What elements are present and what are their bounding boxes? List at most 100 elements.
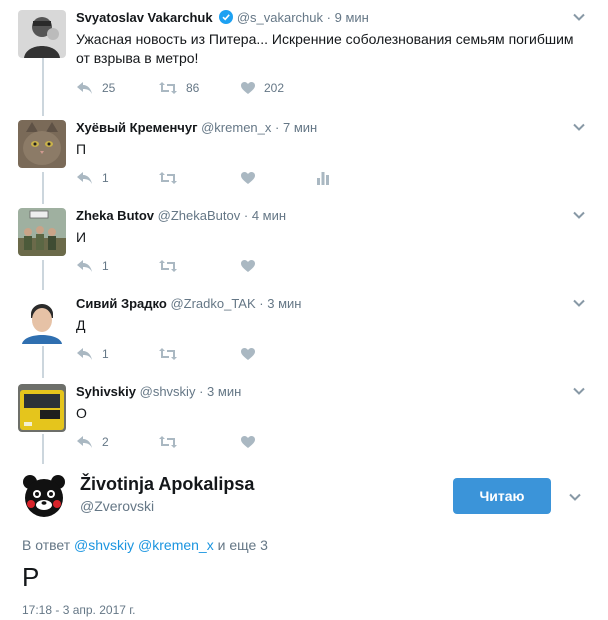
separator-dot: ·: [326, 10, 331, 25]
author-handle[interactable]: @ZhekaButov: [158, 208, 241, 223]
retweet-icon: [159, 259, 177, 272]
tweet-text: П: [76, 141, 87, 157]
main-author-handle[interactable]: @Zverovski: [80, 498, 154, 514]
verified-badge-icon: [219, 10, 234, 24]
mention-link[interactable]: @shvskiy: [74, 537, 134, 553]
tweet-header: Zheka Butov @ZhekaButov · 4 мин: [76, 208, 286, 223]
tweet-text: О: [76, 405, 87, 421]
like-button[interactable]: [240, 170, 256, 185]
separator-dot: ·: [199, 384, 204, 399]
tweet-header: Syhivskiy @shvskiy · 3 мин: [76, 384, 241, 399]
reply-icon: [77, 435, 92, 448]
reply-icon: [77, 171, 92, 184]
tram-photo-icon: [18, 384, 66, 432]
tweet-time[interactable]: 9 мин: [335, 10, 369, 25]
thread-tweet[interactable]: Сивий Зрадко @Zradko_TAK · 3 мин Д 1: [0, 296, 608, 368]
reply-icon: [77, 347, 92, 360]
retweet-button[interactable]: [158, 170, 178, 185]
tweet-time[interactable]: 7 мин: [283, 120, 317, 135]
chevron-down-icon[interactable]: [572, 10, 586, 24]
like-button[interactable]: 202: [240, 80, 284, 95]
retweet-icon: [159, 347, 177, 360]
thread-tweet[interactable]: Хуёвый Кременчуг @kremen_x · 7 мин П 1: [0, 120, 608, 192]
group-photo-icon: [18, 208, 66, 256]
tweet-header: Сивий Зрадко @Zradko_TAK · 3 мин: [76, 296, 301, 311]
reply-context: В ответ @shvskiy @kremen_x и еще 3: [22, 537, 268, 553]
main-tweet-text: Р: [22, 562, 40, 592]
reply-button[interactable]: 1: [76, 346, 109, 361]
kumamon-bear-icon: [20, 470, 68, 518]
retweet-icon: [159, 435, 177, 448]
tweet-time[interactable]: 4 мин: [252, 208, 286, 223]
reply-suffix[interactable]: и еще 3: [218, 537, 268, 553]
chevron-down-icon[interactable]: [572, 120, 586, 134]
avatar[interactable]: [18, 296, 66, 344]
avatar[interactable]: [18, 384, 66, 432]
author-handle[interactable]: @s_vakarchuk: [237, 10, 323, 25]
main-author-name[interactable]: Životinja Apokalipsa: [80, 474, 254, 495]
analytics-icon: [317, 171, 329, 185]
author-handle[interactable]: @Zradko_TAK: [170, 296, 255, 311]
heart-icon: [241, 81, 255, 94]
mention-link[interactable]: @kremen_x: [138, 537, 214, 553]
retweet-button[interactable]: [158, 346, 178, 361]
main-tweet-timestamp[interactable]: 17:18 - 3 апр. 2017 г.: [22, 603, 136, 617]
heart-icon: [241, 259, 255, 272]
like-button[interactable]: [240, 258, 256, 273]
retweet-button[interactable]: 86: [158, 80, 199, 95]
separator-dot: ·: [259, 296, 264, 311]
retweet-count: 86: [186, 80, 200, 95]
tweet-header: Svyatoslav Vakarchuk @s_vakarchuk · 9 ми…: [76, 10, 369, 25]
analytics-button[interactable]: [316, 170, 330, 185]
author-handle[interactable]: @shvskiy: [140, 384, 196, 399]
author-name[interactable]: Syhivskiy: [76, 384, 136, 399]
reply-count: 1: [102, 258, 109, 273]
reply-button[interactable]: 1: [76, 258, 109, 273]
author-name[interactable]: Хуёвый Кременчуг: [76, 120, 197, 135]
thread-tweet[interactable]: Syhivskiy @shvskiy · 3 мин О 2: [0, 384, 608, 456]
boy-portrait-icon: [18, 296, 66, 344]
chevron-down-icon[interactable]: [572, 384, 586, 398]
reply-count: 1: [102, 346, 109, 361]
reply-count: 2: [102, 434, 109, 449]
main-avatar[interactable]: [20, 470, 68, 518]
avatar[interactable]: [18, 120, 66, 168]
retweet-icon: [159, 81, 177, 94]
tweet-text: И: [76, 229, 87, 245]
like-button[interactable]: [240, 434, 256, 449]
avatar[interactable]: [18, 10, 66, 58]
chevron-down-icon[interactable]: [572, 208, 586, 222]
retweet-button[interactable]: [158, 258, 178, 273]
separator-dot: ·: [243, 208, 249, 223]
chevron-down-icon[interactable]: [568, 490, 582, 504]
author-name[interactable]: Svyatoslav Vakarchuk: [76, 10, 213, 25]
following-button[interactable]: Читаю: [453, 478, 551, 514]
tweet-text: Ужасная новость из Питера... Искренние с…: [76, 31, 574, 66]
thread-tweet[interactable]: Svyatoslav Vakarchuk @s_vakarchuk · 9 ми…: [0, 10, 608, 110]
like-count: 202: [264, 80, 285, 95]
reply-count: 1: [102, 170, 109, 185]
tweet-time[interactable]: 3 мин: [207, 384, 241, 399]
man-portrait-icon: [18, 10, 66, 58]
thread-tweet[interactable]: Zheka Butov @ZhekaButov · 4 мин И 1: [0, 208, 608, 280]
reply-button[interactable]: 2: [76, 434, 109, 449]
separator-dot: ·: [275, 120, 280, 135]
author-handle[interactable]: @kremen_x: [201, 120, 271, 135]
retweet-button[interactable]: [158, 434, 178, 449]
chevron-down-icon[interactable]: [572, 296, 586, 310]
avatar[interactable]: [18, 208, 66, 256]
tweet-header: Хуёвый Кременчуг @kremen_x · 7 мин: [76, 120, 317, 135]
heart-icon: [241, 347, 255, 360]
retweet-icon: [159, 171, 177, 184]
reply-button[interactable]: 1: [76, 170, 109, 185]
tweet-text: Д: [76, 317, 86, 333]
like-button[interactable]: [240, 346, 256, 361]
tweet-time[interactable]: 3 мин: [267, 296, 301, 311]
reply-icon: [77, 259, 92, 272]
author-name[interactable]: Сивий Зрадко: [76, 296, 167, 311]
reply-button[interactable]: 25: [76, 80, 115, 95]
author-name[interactable]: Zheka Butov: [76, 208, 154, 223]
heart-icon: [241, 171, 255, 184]
cat-photo-icon: [18, 120, 66, 168]
reply-count: 25: [102, 80, 116, 95]
